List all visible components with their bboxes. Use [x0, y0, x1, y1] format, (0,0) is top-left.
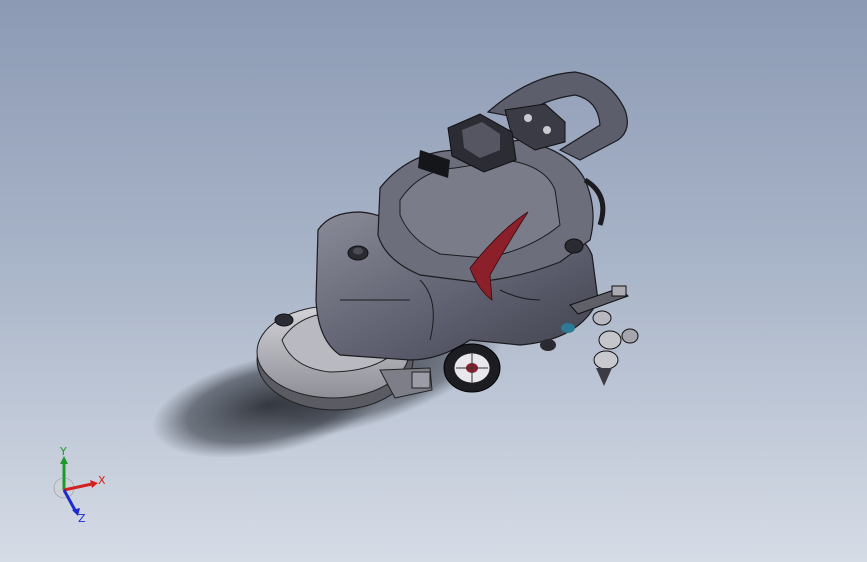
x-axis-label: X [98, 474, 106, 487]
graphics-viewport[interactable]: Y X Z [0, 0, 867, 562]
y-axis-label: Y [59, 446, 67, 458]
machine-body[interactable] [315, 139, 599, 361]
rear-wheel[interactable] [443, 343, 501, 393]
z-axis-label: Z [78, 512, 86, 525]
coordinate-triad: Y X Z [40, 446, 120, 536]
model-render[interactable] [0, 0, 867, 562]
